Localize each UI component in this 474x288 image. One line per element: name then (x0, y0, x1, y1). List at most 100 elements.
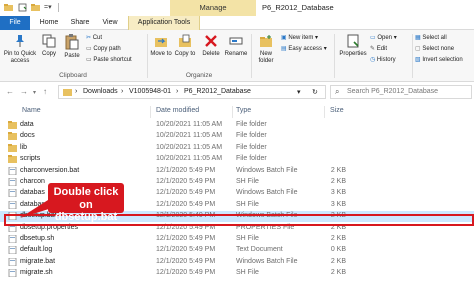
file-icon (8, 235, 17, 243)
recent-dropdown-icon[interactable]: ▾ (33, 89, 36, 96)
quick-access-dropdown-icon[interactable]: =▾ (44, 3, 53, 12)
file-type: Windows Batch File (236, 166, 298, 174)
delete-button[interactable]: Delete (199, 34, 223, 58)
file-row[interactable]: scripts 10/20/2021 11:05 AM File folder (0, 154, 474, 165)
paste-shortcut-button[interactable]: ▭ Paste shortcut (86, 56, 132, 64)
select-all-button[interactable]: ▦ Select all (415, 34, 447, 42)
column-divider[interactable] (150, 106, 151, 118)
breadcrumb-v1005948[interactable]: V1005948-01 (129, 88, 171, 95)
file-date-modified: 12/1/2020 5:49 PM (156, 178, 216, 185)
file-icon (8, 166, 17, 175)
file-date-modified: 10/20/2021 11:05 AM (156, 155, 223, 163)
title-bar: =▾ Manage P6_R2012_Database (0, 0, 474, 16)
move-to-button[interactable]: Move to (150, 34, 172, 58)
copy-label: Copy (41, 51, 56, 57)
select-all-icon: ▦ (415, 35, 421, 41)
column-size[interactable]: Size (330, 107, 344, 114)
file-type: Windows Batch File (236, 189, 298, 197)
file-name: migrate.sh (20, 269, 53, 277)
copy-to-button[interactable]: Copy to (174, 34, 196, 58)
column-headers: Name Date modified Type Size (0, 104, 474, 118)
invert-selection-button[interactable]: ▧ Invert selection (415, 56, 463, 64)
edit-icon: ✎ (370, 46, 376, 52)
file-row[interactable]: data 10/20/2021 11:05 AM File folder (0, 120, 474, 131)
properties-button[interactable]: Properties (336, 34, 370, 58)
manage-tab[interactable]: Manage (170, 0, 256, 16)
tab-application-tools[interactable]: Application Tools (128, 16, 200, 30)
copy-path-icon: ▭ (86, 46, 92, 52)
rename-icon (229, 37, 243, 45)
folder-icon (8, 143, 17, 152)
move-to-icon (155, 38, 167, 47)
file-row[interactable]: lib 10/20/2021 11:05 AM File folder (0, 143, 474, 154)
column-divider[interactable] (232, 106, 233, 118)
callout-line-2: on dbsetup.bat (54, 199, 118, 223)
file-icon (8, 269, 17, 278)
pin-quick-access-button[interactable]: Pin to Quick access (2, 34, 38, 65)
easy-access-icon: ▤ (281, 46, 287, 52)
breadcrumb-downloads[interactable]: Downloads (83, 88, 118, 95)
edit-button[interactable]: ✎ Edit (370, 45, 387, 53)
file-date-modified: 12/1/2020 5:49 PM (156, 246, 216, 254)
file-icon (8, 246, 17, 255)
copy-to-label: Copy to (174, 51, 196, 57)
breadcrumb-p6-database[interactable]: P6_R2012_Database (184, 88, 251, 95)
paste-shortcut-label: Paste shortcut (93, 57, 132, 63)
delete-label: Delete (202, 51, 220, 57)
copy-button[interactable]: Copy (38, 34, 60, 58)
tab-home[interactable]: Home (36, 16, 62, 30)
paste-icon (65, 34, 79, 50)
address-bar[interactable]: › Downloads › V1005948-01 › P6_R2012_Dat… (58, 85, 326, 99)
search-box[interactable]: ⌕ Search P6_R2012_Database (330, 85, 472, 99)
paste-button[interactable]: Paste (60, 34, 84, 60)
rename-label: Rename (224, 51, 248, 57)
file-date-modified: 12/1/2020 5:49 PM (156, 257, 216, 265)
open-button[interactable]: ▭ Open ▾ (370, 34, 397, 42)
file-row[interactable]: docs 10/20/2021 11:05 AM File folder (0, 131, 474, 142)
folder-icon (8, 132, 17, 141)
breadcrumb-separator: › (75, 88, 78, 95)
forward-arrow-icon[interactable]: → (20, 87, 28, 96)
file-icon (8, 189, 17, 198)
file-type: File folder (236, 143, 267, 151)
up-arrow-icon[interactable]: ↑ (43, 87, 47, 96)
properties-icon[interactable] (18, 3, 27, 12)
file-icon (8, 257, 17, 266)
file-date-modified: 12/1/2020 5:49 PM (156, 166, 216, 174)
new-item-button[interactable]: ▣ New item ▾ (281, 34, 318, 42)
file-size: 0 KB (330, 246, 346, 254)
history-button[interactable]: ◷ History (370, 56, 396, 64)
tab-share[interactable]: Share (66, 16, 94, 30)
column-name[interactable]: Name (22, 107, 41, 114)
file-name: default.log (20, 246, 53, 254)
back-arrow-icon[interactable]: ← (6, 87, 14, 96)
address-dropdown-icon[interactable]: ▾ (297, 88, 301, 96)
file-row[interactable]: migrate.sh 12/1/2020 5:49 PM SH File 2 KB (0, 268, 474, 279)
tab-file[interactable]: File (0, 16, 30, 30)
new-folder-button[interactable]: New folder (254, 34, 278, 65)
rename-button[interactable]: Rename (224, 34, 248, 58)
ribbon-separator (412, 34, 413, 78)
file-row[interactable]: dbsetup.sh 12/1/2020 5:49 PM SH File 2 KB (0, 234, 474, 245)
select-none-button[interactable]: ▢ Select none (415, 45, 454, 53)
folder-icon (8, 121, 17, 129)
column-divider[interactable] (324, 106, 325, 118)
organize-group-label: Organize (185, 72, 213, 79)
file-row[interactable]: default.log 12/1/2020 5:49 PM Text Documen… (0, 245, 474, 256)
column-date-modified[interactable]: Date modified (156, 107, 199, 114)
cut-button[interactable]: ✂ Cut (86, 34, 102, 42)
file-name: charconversion.bat (20, 166, 80, 174)
select-none-label: Select none (422, 46, 455, 52)
refresh-icon[interactable]: ↻ (312, 88, 318, 96)
easy-access-button[interactable]: ▤ Easy access ▾ (281, 45, 327, 53)
new-folder-label: New folder (258, 51, 274, 64)
paste-label: Paste (64, 53, 80, 59)
file-size: 3 KB (330, 189, 346, 197)
tab-view[interactable]: View (98, 16, 122, 30)
column-type[interactable]: Type (236, 107, 251, 114)
pin-icon (16, 35, 24, 47)
copy-path-button[interactable]: ▭ Copy path (86, 45, 121, 53)
file-row[interactable]: migrate.bat 12/1/2020 5:49 PM Windows Batc… (0, 257, 474, 268)
file-row[interactable]: charconversion.bat 12/1/2020 5:49 PM Windo… (0, 166, 474, 177)
new-folder-icon[interactable] (31, 3, 40, 12)
